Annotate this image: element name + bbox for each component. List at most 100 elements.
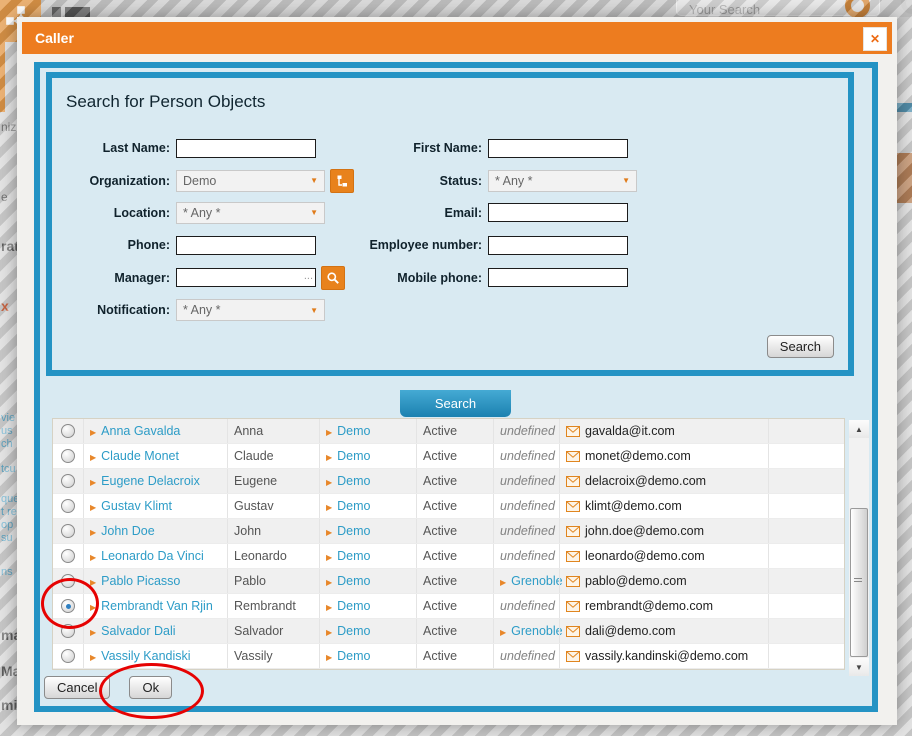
link-arrow-icon: ▶ bbox=[326, 428, 332, 437]
email-cell: monet@demo.com bbox=[585, 449, 691, 463]
empty-cell bbox=[768, 594, 844, 618]
organization-link[interactable]: Demo bbox=[337, 474, 370, 488]
empty-cell bbox=[768, 569, 844, 593]
envelope-icon bbox=[566, 576, 580, 587]
email-cell: john.doe@demo.com bbox=[585, 524, 704, 538]
link-arrow-icon: ▶ bbox=[90, 528, 96, 537]
first-name-label: First Name: bbox=[350, 141, 488, 155]
manager-magnifier-button[interactable] bbox=[321, 266, 345, 290]
last-name-field[interactable] bbox=[176, 139, 316, 158]
organization-link[interactable]: Demo bbox=[337, 424, 370, 438]
location-undefined: undefined bbox=[500, 599, 555, 613]
person-name-link[interactable]: Vassily Kandiski bbox=[101, 649, 190, 663]
link-arrow-icon: ▶ bbox=[500, 578, 506, 587]
person-name-link[interactable]: Eugene Delacroix bbox=[101, 474, 200, 488]
envelope-icon bbox=[566, 476, 580, 487]
person-name-link[interactable]: Pablo Picasso bbox=[101, 574, 180, 588]
link-arrow-icon: ▶ bbox=[90, 628, 96, 637]
empty-cell bbox=[768, 544, 844, 568]
status-cell: Active bbox=[416, 594, 493, 618]
row-radio[interactable] bbox=[61, 524, 75, 538]
location-select[interactable]: * Any *▼ bbox=[176, 202, 325, 224]
organization-select[interactable]: Demo▼ bbox=[176, 170, 325, 192]
form-title: Search for Person Objects bbox=[66, 92, 265, 112]
row-radio[interactable] bbox=[61, 449, 75, 463]
first-name-cell: John bbox=[227, 519, 319, 543]
status-selected-value: * Any * bbox=[495, 174, 533, 188]
first-name-cell: Rembrandt bbox=[227, 594, 319, 618]
organization-link[interactable]: Demo bbox=[337, 549, 370, 563]
last-name-label: Last Name: bbox=[52, 141, 176, 155]
organization-label: Organization: bbox=[52, 174, 176, 188]
link-arrow-icon: ▶ bbox=[326, 603, 332, 612]
row-radio[interactable] bbox=[61, 574, 75, 588]
phone-field[interactable] bbox=[176, 236, 316, 255]
row-radio[interactable] bbox=[61, 549, 75, 563]
form-row-mobile-phone: Mobile phone: bbox=[350, 262, 680, 294]
location-link[interactable]: Grenoble bbox=[511, 574, 562, 588]
email-cell: delacroix@demo.com bbox=[585, 474, 706, 488]
scroll-up-icon[interactable]: ▲ bbox=[849, 420, 869, 438]
person-name-link[interactable]: Claude Monet bbox=[101, 449, 179, 463]
scrollbar-thumb[interactable] bbox=[850, 508, 868, 657]
status-select[interactable]: * Any *▼ bbox=[488, 170, 637, 192]
first-name-field[interactable] bbox=[488, 139, 628, 158]
person-name-link[interactable]: Rembrandt Van Rjin bbox=[101, 599, 213, 613]
person-name-link[interactable]: Anna Gavalda bbox=[101, 424, 180, 438]
row-radio[interactable] bbox=[61, 624, 75, 638]
form-row-email: Email: bbox=[350, 197, 680, 229]
organization-link[interactable]: Demo bbox=[337, 449, 370, 463]
table-row: ▶ John Doe John ▶ Demo Active undefined john.do… bbox=[53, 519, 844, 544]
organization-link[interactable]: Demo bbox=[337, 624, 370, 638]
table-row: ▶Claude MonetClaude▶DemoActiveundefinedm… bbox=[53, 444, 844, 469]
link-arrow-icon: ▶ bbox=[326, 528, 332, 537]
phone-label: Phone: bbox=[52, 238, 176, 252]
table-row: ▶Eugene DelacroixEugene▶DemoActiveundefi… bbox=[53, 469, 844, 494]
empty-cell bbox=[768, 619, 844, 643]
person-name-link[interactable]: Gustav Klimt bbox=[101, 499, 172, 513]
link-arrow-icon: ▶ bbox=[90, 503, 96, 512]
link-arrow-icon: ▶ bbox=[326, 653, 332, 662]
email-field[interactable] bbox=[488, 203, 628, 222]
link-arrow-icon: ▶ bbox=[90, 578, 96, 587]
employee-number-field[interactable] bbox=[488, 236, 628, 255]
link-arrow-icon: ▶ bbox=[500, 628, 506, 637]
location-link[interactable]: Grenoble bbox=[511, 624, 562, 638]
search-button[interactable]: Search bbox=[767, 335, 834, 358]
person-name-link[interactable]: John Doe bbox=[101, 524, 155, 538]
location-undefined: undefined bbox=[500, 474, 555, 488]
row-radio-selected[interactable] bbox=[61, 599, 75, 613]
row-radio[interactable] bbox=[61, 424, 75, 438]
row-radio[interactable] bbox=[61, 649, 75, 663]
table-row: ▶Vassily KandiskiVassily▶DemoActiveundef… bbox=[53, 644, 844, 669]
status-cell: Active bbox=[416, 519, 493, 543]
organization-link[interactable]: Demo bbox=[337, 574, 370, 588]
notification-select[interactable]: * Any *▼ bbox=[176, 299, 325, 321]
row-radio[interactable] bbox=[61, 499, 75, 513]
organization-link[interactable]: Demo bbox=[337, 649, 370, 663]
first-name-cell: Anna bbox=[227, 419, 319, 443]
mobile-phone-label: Mobile phone: bbox=[350, 271, 488, 285]
results-scrollbar[interactable]: ▲ ▼ bbox=[849, 420, 869, 676]
organization-link[interactable]: Demo bbox=[337, 524, 370, 538]
person-name-link[interactable]: Leonardo Da Vinci bbox=[101, 549, 204, 563]
person-name-link[interactable]: Salvador Dali bbox=[101, 624, 175, 638]
email-cell: klimt@demo.com bbox=[585, 499, 682, 513]
organization-link[interactable]: Demo bbox=[337, 599, 370, 613]
close-icon[interactable]: ✕ bbox=[863, 27, 887, 51]
scroll-down-icon[interactable]: ▼ bbox=[849, 658, 869, 676]
mobile-phone-field[interactable] bbox=[488, 268, 628, 287]
status-cell: Active bbox=[416, 419, 493, 443]
organization-link[interactable]: Demo bbox=[337, 499, 370, 513]
manager-field[interactable] bbox=[176, 268, 316, 287]
ok-button[interactable]: Ok bbox=[129, 676, 172, 699]
row-radio[interactable] bbox=[61, 474, 75, 488]
link-arrow-icon: ▶ bbox=[90, 653, 96, 662]
cancel-button[interactable]: Cancel bbox=[44, 676, 110, 699]
location-undefined: undefined bbox=[500, 499, 555, 513]
email-cell: gavalda@it.com bbox=[585, 424, 675, 438]
location-undefined: undefined bbox=[500, 524, 555, 538]
link-arrow-icon: ▶ bbox=[326, 553, 332, 562]
search-tab-button[interactable]: Search bbox=[400, 390, 511, 417]
empty-cell bbox=[768, 444, 844, 468]
